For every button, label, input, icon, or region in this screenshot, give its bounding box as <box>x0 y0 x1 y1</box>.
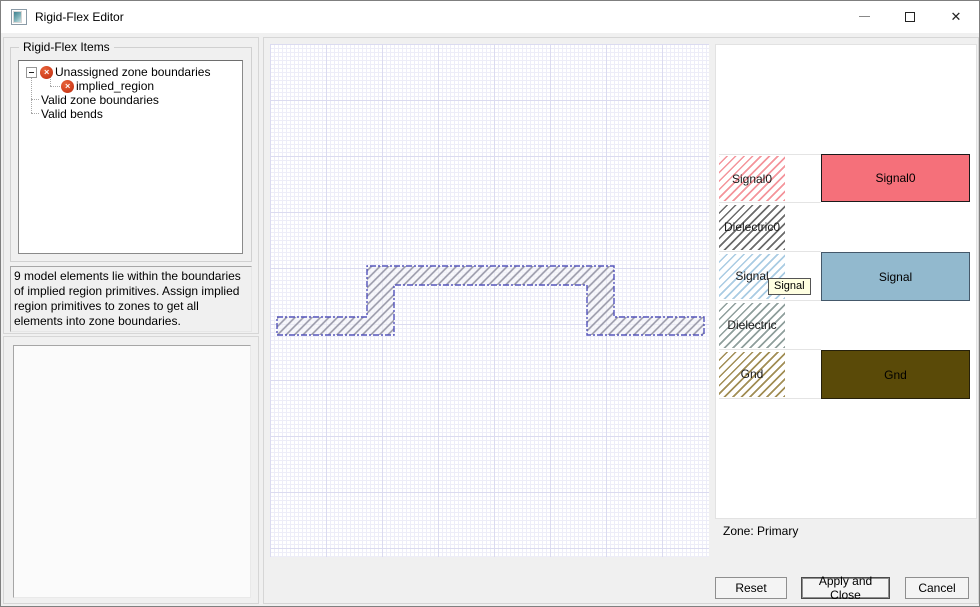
tree-item-implied-region[interactable]: implied_region <box>61 79 154 93</box>
layer-label: Gnd <box>740 367 764 381</box>
tree-connector <box>50 86 60 87</box>
maximize-icon <box>905 11 915 22</box>
zone-layer-label: Signal0 <box>875 171 916 185</box>
zone-layer-label: Gnd <box>884 367 907 382</box>
detail-list[interactable] <box>13 345 251 598</box>
tree-connector <box>31 113 39 114</box>
tree-item-label: Valid bends <box>41 107 103 121</box>
rigid-flex-items-tree[interactable]: Unassigned zone boundaries implied_regio… <box>18 60 243 254</box>
layer-hatch-signal0[interactable]: Signal0 <box>719 156 785 201</box>
close-icon: ✕ <box>950 9 962 24</box>
zone-layer-label: Signal <box>878 269 913 284</box>
rigid-flex-editor-dialog: Rigid-Flex Editor ✕ Rigid-Flex Items Una… <box>0 0 980 607</box>
layer-label: Dielectric <box>727 318 777 332</box>
zone-layer-rect-gnd[interactable]: Gnd <box>821 350 970 399</box>
layer-row-signal0[interactable]: Signal0 <box>719 154 821 203</box>
rigid-flex-region-shape[interactable] <box>270 44 709 557</box>
rigid-flex-items-groupbox: Rigid-Flex Items Unassigned zone boundar… <box>10 40 252 262</box>
layer-hatch-dielectric[interactable]: Dielectric <box>719 302 785 348</box>
tree-item-label: implied_region <box>76 79 155 93</box>
cancel-button[interactable]: Cancel <box>905 577 969 599</box>
close-button[interactable]: ✕ <box>933 1 979 32</box>
minimize-button[interactable] <box>841 1 887 32</box>
layer-tooltip: Signal <box>768 278 811 295</box>
layer-row-dielectric[interactable]: Dielectric <box>719 301 821 350</box>
title-bar[interactable]: Rigid-Flex Editor ✕ <box>1 1 979 33</box>
window-title: Rigid-Flex Editor <box>35 10 124 24</box>
zone-layer-rect-signal0[interactable]: Signal0 <box>821 154 970 202</box>
minimize-icon <box>858 16 870 17</box>
board-outline-canvas[interactable] <box>270 44 709 557</box>
maximize-button[interactable] <box>887 1 933 32</box>
layer-row-gnd[interactable]: Gnd <box>719 350 821 399</box>
app-icon <box>11 9 27 25</box>
layer-label: Signal <box>735 269 769 283</box>
error-icon <box>61 79 74 93</box>
groupbox-title: Rigid-Flex Items <box>19 40 114 54</box>
tree-item-valid-zone-boundaries[interactable]: Valid zone boundaries <box>41 93 159 107</box>
detail-pane <box>3 336 259 604</box>
layer-label-column: Signal0 Dielectric0 Signal Dielectric Gn… <box>719 154 821 399</box>
layer-row-dielectric0[interactable]: Dielectric0 <box>719 203 821 252</box>
layer-label: Signal0 <box>731 171 773 186</box>
info-message: 9 model elements lie within the boundari… <box>10 266 252 332</box>
layer-label: Dielectric0 <box>723 220 780 234</box>
layer-stackup-panel: Signal0 Dielectric0 Signal Dielectric Gn… <box>715 44 977 519</box>
zone-layer-rect-signal[interactable]: Signal <box>821 252 970 301</box>
zone-indicator: Zone: Primary <box>723 524 799 538</box>
reset-button[interactable]: Reset <box>715 577 787 599</box>
layer-hatch-gnd[interactable]: Gnd <box>719 351 785 397</box>
tree-connector <box>31 77 32 113</box>
tree-connector <box>31 99 39 100</box>
tree-item-unassigned-zone-boundaries[interactable]: Unassigned zone boundaries <box>26 65 210 79</box>
collapse-toggle-icon[interactable] <box>26 66 37 78</box>
tree-item-valid-bends[interactable]: Valid bends <box>41 107 103 121</box>
error-icon <box>40 65 53 79</box>
editor-pane: Signal0 Dielectric0 Signal Dielectric Gn… <box>263 37 979 604</box>
tree-item-label: Unassigned zone boundaries <box>55 65 211 79</box>
tree-item-label: Valid zone boundaries <box>41 93 159 107</box>
layer-hatch-dielectric0[interactable]: Dielectric0 <box>719 204 785 250</box>
apply-and-close-button[interactable]: Apply and Close <box>801 574 890 602</box>
rigid-flex-items-pane: Rigid-Flex Items Unassigned zone boundar… <box>3 37 259 334</box>
